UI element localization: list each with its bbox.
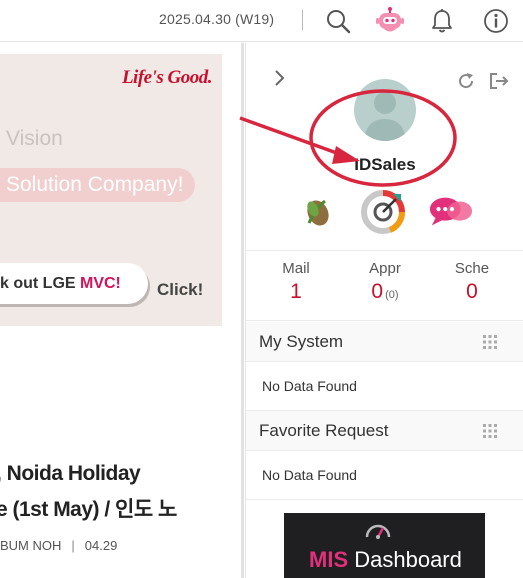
panel-header: My System	[246, 322, 523, 362]
chevron-right-icon[interactable]	[272, 69, 286, 92]
stat-mail[interactable]: Mail 1	[256, 260, 336, 304]
mis-dashboard-label: MIS Dashboard	[309, 547, 462, 573]
stat-value: 1	[256, 280, 336, 304]
stat-label: Appr	[369, 260, 401, 277]
app-chat-icon[interactable]	[428, 189, 474, 235]
panel-body: No Data Found	[246, 451, 523, 500]
divider	[302, 10, 303, 30]
grid-menu-icon[interactable]	[483, 335, 497, 354]
week-date: 2025.04.30 (W19)	[159, 11, 275, 27]
banner-solution-text: Solution Company!	[0, 168, 196, 202]
gauge-icon	[364, 519, 392, 546]
empty-message: No Data Found	[262, 467, 357, 483]
search-icon[interactable]	[323, 6, 353, 36]
info-icon[interactable]	[481, 6, 511, 36]
mis-rest: Dashboard	[348, 547, 462, 572]
meta-separator: |	[71, 538, 75, 553]
cta-text: k out LGE	[0, 275, 80, 292]
mis-accent: MIS	[309, 547, 349, 572]
panel-title: Favorite Request	[259, 421, 389, 440]
side-panel: IDSales Mail 1 Appr 0 (0) Sche 0 My Syste…	[245, 43, 523, 578]
app-leaf-icon[interactable]	[295, 189, 341, 235]
banner-click-label: Click!	[157, 280, 204, 299]
news-title[interactable]: , Noida Holiday e (1st May) / 인도 노	[0, 456, 222, 528]
news-author: BUM NOH	[0, 538, 62, 553]
refresh-icon[interactable]	[456, 71, 476, 96]
main-content: Life's Good. Vision Solution Company! k …	[0, 43, 222, 578]
chatbot-icon[interactable]	[375, 6, 405, 36]
empty-message: No Data Found	[262, 378, 357, 394]
stat-label: Mail	[282, 260, 310, 277]
avatar[interactable]	[354, 79, 416, 141]
panel-header: Favorite Request	[246, 411, 523, 451]
stat-approval[interactable]: Appr 0 (0)	[345, 260, 425, 304]
panel-title: My System	[259, 332, 344, 351]
stat-sub-count: (0)	[385, 289, 399, 301]
banner-cta-pill[interactable]: k out LGE MVC!	[0, 263, 148, 304]
cta-accent: MVC!	[80, 275, 121, 292]
news-meta: BUM NOH | 04.29	[0, 538, 117, 553]
panel-body: No Data Found	[246, 362, 523, 411]
news-title-line: , Noida Holiday	[0, 462, 141, 485]
stats-row: Mail 1 Appr 0 (0) Sche 0	[246, 250, 523, 321]
news-date: 04.29	[84, 538, 118, 553]
stat-count: 1	[290, 280, 302, 303]
profile-card: IDSales	[246, 43, 523, 250]
stat-count: 0	[466, 280, 478, 303]
username: IDSales	[354, 155, 416, 174]
app-dashboard-icon[interactable]	[360, 189, 406, 235]
logout-icon[interactable]	[488, 71, 510, 96]
grid-menu-icon[interactable]	[483, 424, 497, 443]
news-title-line: e (1st May) / 인도 노	[0, 498, 177, 521]
mis-dashboard-banner[interactable]: MIS Dashboard	[284, 513, 485, 578]
my-system-panel: My System No Data Found	[246, 322, 523, 411]
stat-label: Sche	[454, 260, 490, 277]
bell-icon[interactable]	[427, 6, 457, 36]
promo-banner[interactable]: Life's Good. Vision Solution Company! k …	[0, 54, 222, 326]
stat-value: 0 (0)	[345, 280, 425, 304]
panel-splitter[interactable]	[241, 43, 244, 578]
favorite-request-panel: Favorite Request No Data Found	[246, 411, 523, 500]
top-bar: 2025.04.30 (W19)	[0, 0, 523, 42]
stat-count: 0	[371, 280, 384, 303]
stat-value: 0	[432, 280, 512, 304]
banner-vision-text: Vision	[6, 127, 63, 150]
brand-logo: Life's Good.	[121, 67, 213, 88]
stat-schedule[interactable]: Sche 0	[432, 260, 512, 304]
